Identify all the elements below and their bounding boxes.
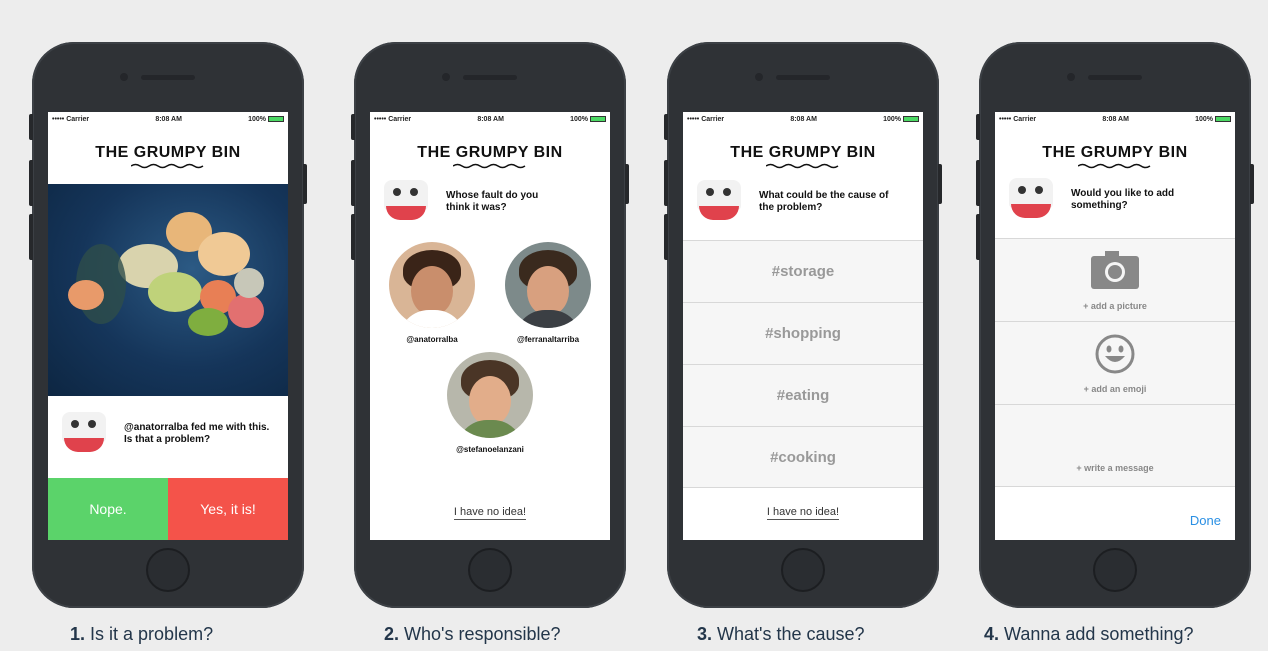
carrier-label: ••••• Carrier (52, 115, 90, 123)
carrier-label: ••••• Carrier (374, 115, 412, 123)
question-text: What could be the cause of the problem? (759, 190, 889, 213)
app-header: THE GRUMPY BIN (48, 126, 288, 184)
battery-icon (267, 115, 284, 122)
caption-step-3: 3. What's the cause? (697, 624, 865, 644)
app-header: THE GRUMPY BIN (995, 126, 1235, 184)
add-emoji-option[interactable]: + add an emoji (995, 321, 1235, 404)
smiley-icon (1095, 334, 1135, 374)
home-button[interactable] (146, 548, 190, 592)
battery-icon (589, 115, 606, 122)
tag-storage[interactable]: #storage (683, 240, 923, 302)
person-ferranaltarriba[interactable]: @ferranaltarriba (498, 242, 598, 344)
status-bar: ••••• Carrier 8:08 AM 100% (370, 112, 610, 126)
status-bar: ••••• Carrier 8:08 AM 100% (995, 112, 1235, 126)
cause-list: #storage #shopping #eating #cooking (683, 240, 923, 488)
message-text: @anatorralba fed me with this. Is that a… (124, 422, 270, 445)
no-idea-link[interactable]: I have no idea! (370, 506, 610, 520)
app-title: THE GRUMPY BIN (417, 144, 563, 161)
earpiece (1088, 75, 1142, 80)
app-title: THE GRUMPY BIN (730, 144, 876, 161)
phone-3: ••••• Carrier 8:08 AM 100% THE GRUMPY BI… (664, 42, 942, 608)
grumpy-question: Would you like to add something? (995, 178, 1235, 222)
add-options: + add a picture + add an emoji + write a… (995, 238, 1235, 487)
done-button[interactable]: Done (1190, 513, 1221, 528)
phone-1: ••••• Carrier 8:08 AM 100% THE GRUMPY BI… (29, 42, 307, 608)
carrier-label: ••••• Carrier (999, 115, 1037, 123)
front-camera (755, 73, 763, 81)
avatar (505, 242, 591, 328)
status-bar: ••••• Carrier 8:08 AM 100% (48, 112, 288, 126)
grumpy-question: Whose fault do you think it was? (370, 180, 610, 224)
camera-icon (1091, 251, 1139, 289)
write-message-label: + write a message (1076, 463, 1154, 473)
carrier-label: ••••• Carrier (687, 115, 725, 123)
phone-4: ••••• Carrier 8:08 AM 100% THE GRUMPY BI… (976, 42, 1254, 608)
clock: 8:08 AM (1102, 115, 1129, 123)
battery-indicator: 100% (1195, 116, 1231, 123)
person-handle: @anatorralba (406, 335, 458, 344)
squiggle-icon (1078, 163, 1151, 169)
status-bar: ••••• Carrier 8:08 AM 100% (683, 112, 923, 126)
phone-2: ••••• Carrier 8:08 AM 100% THE GRUMPY BI… (351, 42, 629, 608)
question-text: Whose fault do you think it was? (446, 190, 539, 213)
clock: 8:08 AM (155, 115, 182, 123)
add-emoji-label: + add an emoji (1083, 384, 1147, 394)
person-handle: @ferranaltarriba (516, 335, 580, 344)
app-header: THE GRUMPY BIN (370, 126, 610, 184)
home-button[interactable] (1093, 548, 1137, 592)
person-handle: @stefanoelanzani (456, 445, 524, 454)
nope-button[interactable]: Nope. (48, 478, 168, 540)
battery-indicator: 100% (570, 116, 606, 123)
battery-icon (902, 115, 919, 122)
tag-eating[interactable]: #eating (683, 364, 923, 426)
avatar (447, 352, 533, 438)
tag-shopping[interactable]: #shopping (683, 302, 923, 364)
add-picture-label: + add a picture (1083, 301, 1147, 311)
no-idea-link[interactable]: I have no idea! (683, 506, 923, 520)
front-camera (120, 73, 128, 81)
squiggle-icon (766, 163, 839, 169)
clock: 8:08 AM (477, 115, 504, 123)
write-message-option[interactable]: + write a message (995, 404, 1235, 487)
home-button[interactable] (781, 548, 825, 592)
grumpy-bin-icon (697, 180, 741, 224)
yes-button[interactable]: Yes, it is! (168, 478, 288, 540)
grumpy-bin-icon (62, 412, 106, 456)
screen-responsible: ••••• Carrier 8:08 AM 100% THE GRUMPY BI… (370, 112, 610, 540)
grumpy-bin-icon (384, 180, 428, 224)
caption-step-1: 1. Is it a problem? (70, 624, 214, 644)
caption-step-2: 2. Who's responsible? (384, 624, 561, 644)
grumpy-message: @anatorralba fed me with this. Is that a… (48, 412, 288, 456)
app-header: THE GRUMPY BIN (683, 126, 923, 184)
battery-icon (1214, 115, 1231, 122)
squiggle-icon (453, 163, 526, 169)
home-button[interactable] (468, 548, 512, 592)
person-anatorralba[interactable]: @anatorralba (382, 242, 482, 344)
battery-indicator: 100% (883, 116, 919, 123)
question-text: Would you like to add something? (1071, 188, 1175, 211)
caption-step-4: 4. Wanna add something? (984, 624, 1194, 644)
tag-cooking[interactable]: #cooking (683, 426, 923, 488)
grumpy-question: What could be the cause of the problem? (683, 180, 923, 224)
battery-indicator: 100% (248, 116, 284, 123)
app-title: THE GRUMPY BIN (95, 144, 241, 161)
earpiece (141, 75, 195, 80)
earpiece (463, 75, 517, 80)
earpiece (776, 75, 830, 80)
app-title: THE GRUMPY BIN (1042, 144, 1188, 161)
front-camera (1067, 73, 1075, 81)
clock: 8:08 AM (790, 115, 817, 123)
grumpy-bin-icon (1009, 178, 1053, 222)
avatar (389, 242, 475, 328)
screen-add-something: ••••• Carrier 8:08 AM 100% THE GRUMPY BI… (995, 112, 1235, 540)
front-camera (442, 73, 450, 81)
screen-problem: ••••• Carrier 8:08 AM 100% THE GRUMPY BI… (48, 112, 288, 540)
person-stefanoelanzani[interactable]: @stefanoelanzani (440, 352, 540, 454)
add-picture-option[interactable]: + add a picture (995, 238, 1235, 321)
screen-cause: ••••• Carrier 8:08 AM 100% THE GRUMPY BI… (683, 112, 923, 540)
squiggle-icon (131, 163, 204, 169)
food-waste-photo (48, 184, 288, 396)
